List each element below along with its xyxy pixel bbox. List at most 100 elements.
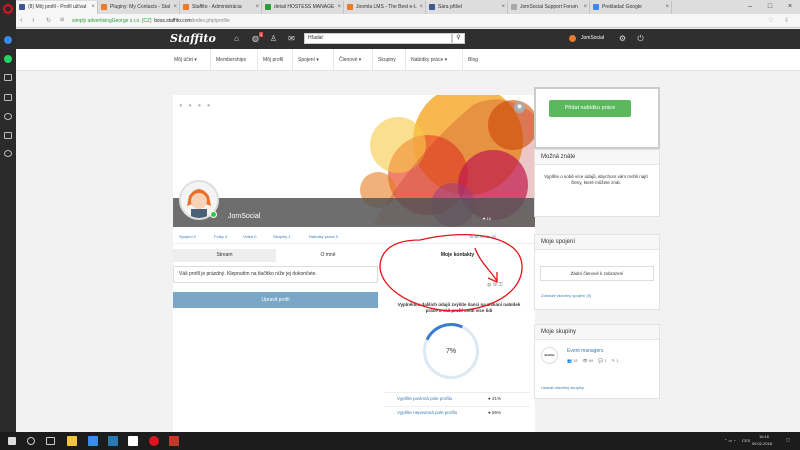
tab-label: JomSocial Support Forum	[520, 4, 578, 10]
optional-fields-link[interactable]: Vyplňte nepovinná pole profilu	[397, 407, 457, 419]
group-name-link[interactable]: Event managers	[567, 348, 603, 354]
close-icon[interactable]: ×	[337, 1, 341, 13]
app-icon[interactable]	[108, 436, 118, 446]
nav-blog[interactable]: Blog	[462, 49, 483, 71]
stat-job-offers[interactable]: Nabídky práce 0	[309, 234, 338, 239]
required-fields-link[interactable]: Vyplňte povinná pole profilu	[397, 393, 452, 405]
notifications-icon[interactable]: ▢	[786, 437, 790, 442]
favicon-icon	[511, 4, 517, 10]
show-all-connections-link[interactable]: Zobrazit všechny spojení (0)	[541, 293, 591, 298]
tab-label: Sára přišel	[438, 4, 462, 10]
people-you-may-know: Možná znáte Vyplňte o sobě více údajů, a…	[534, 149, 660, 217]
tab-label: Prekladač Google	[602, 4, 642, 10]
language-indicator[interactable]: CES	[742, 438, 750, 443]
nav-my-account[interactable]: Môj účet ▾	[169, 49, 202, 71]
messenger-icon[interactable]	[4, 36, 12, 44]
browser-tab[interactable]: (8) Môj profil - Profil užívat ×	[16, 1, 98, 14]
nav-connections[interactable]: Spojení ▾	[292, 49, 324, 71]
camera-icon[interactable]: ◉	[514, 102, 525, 113]
close-icon[interactable]: ×	[501, 1, 505, 13]
browser-tab[interactable]: Pluginy: My Contacts - Stal ×	[98, 1, 180, 14]
close-icon[interactable]: ×	[419, 1, 423, 13]
envelope-icon[interactable]: ✉	[287, 34, 296, 43]
group-logo[interactable]: Staffito	[541, 347, 558, 364]
app-icon[interactable]	[128, 436, 138, 446]
clock-date: 09.02.2018	[752, 441, 773, 446]
tab-my-contacts[interactable]: Moje kontakty	[385, 249, 530, 262]
header-username[interactable]: JomSocial	[581, 35, 604, 41]
task-view-icon[interactable]	[46, 437, 55, 445]
close-icon[interactable]: ×	[665, 1, 669, 13]
browser-tab[interactable]: Staffito - Administrácia ×	[180, 1, 262, 14]
browser-tab[interactable]: Joomla LMS - The Best e-L ×	[344, 1, 426, 14]
favicon-icon	[429, 4, 435, 10]
app-icon[interactable]	[88, 436, 98, 446]
online-status-dot	[210, 211, 217, 218]
opera-menu-icon[interactable]	[3, 4, 13, 14]
show-all-groups-link[interactable]: Ukázat všechny skupiny	[541, 385, 584, 390]
stat-groups[interactable]: Skupiny 1	[273, 234, 291, 239]
power-icon[interactable]: ⏻	[636, 34, 645, 43]
nav-job-offers[interactable]: Nabídky práce ▾	[405, 49, 452, 71]
stat-videos[interactable]: Videa 0	[243, 234, 257, 239]
avatar[interactable]	[569, 35, 576, 42]
filezilla-icon[interactable]	[169, 436, 179, 446]
search-icon[interactable]: ⚲	[452, 33, 465, 44]
download-icon[interactable]: ⇩	[784, 17, 789, 24]
maximize-icon[interactable]: □	[760, 0, 780, 14]
close-icon[interactable]: ×	[91, 1, 95, 13]
add-job-box: Přidat nabídku práce	[534, 87, 660, 149]
nav-my-profile[interactable]: Môj profil	[257, 49, 288, 71]
close-icon[interactable]: ×	[583, 1, 587, 13]
browser-tab[interactable]: detail HOSTESS MANAGE ×	[262, 1, 344, 14]
nav-memberships[interactable]: Memberships	[210, 49, 251, 71]
tab-stream[interactable]: Stream	[173, 249, 276, 262]
user-plus-icon[interactable]: ♙	[269, 34, 278, 43]
reload-icon[interactable]: ↻	[46, 17, 51, 24]
search-icon[interactable]	[27, 437, 35, 445]
speed-dial-icon[interactable]	[4, 94, 12, 101]
browser-tab[interactable]: Sára přišel ×	[426, 1, 508, 14]
stat-photos[interactable]: Fotky 4	[214, 234, 227, 239]
start-icon[interactable]	[8, 437, 16, 445]
back-icon[interactable]: ‹	[20, 15, 23, 24]
gear-icon[interactable]: ⚙	[618, 34, 627, 43]
add-job-button[interactable]: Přidat nabídku práce	[549, 100, 631, 117]
search-input[interactable]: Hľadať	[304, 33, 452, 44]
forward-icon[interactable]: ›	[32, 15, 35, 24]
edit-profile-button[interactable]: Upravit profil	[173, 292, 378, 308]
whatsapp-icon[interactable]	[4, 55, 12, 63]
home-icon[interactable]: ⌂	[232, 34, 241, 43]
like-button[interactable]: To se mi líbí (0)	[469, 234, 496, 239]
favicon-icon	[347, 4, 353, 10]
close-icon[interactable]: ×	[255, 1, 259, 13]
file-explorer-icon[interactable]	[67, 436, 77, 446]
heart-bookmark-icon[interactable]: ♡	[768, 17, 773, 24]
minimize-icon[interactable]: –	[740, 0, 760, 14]
close-icon[interactable]: ×	[173, 1, 177, 13]
url-path: /index.php/profile	[191, 18, 230, 24]
nav-members[interactable]: Členové ▾	[333, 49, 366, 71]
camera-icon[interactable]	[4, 74, 12, 81]
browser-tab[interactable]: JomSocial Support Forum ×	[508, 1, 590, 14]
close-window-icon[interactable]: ×	[780, 0, 800, 14]
news-icon[interactable]	[4, 132, 12, 139]
history-icon[interactable]	[4, 150, 12, 157]
heart-icon[interactable]	[4, 113, 12, 120]
nav-groups[interactable]: Skupiny	[372, 49, 401, 71]
url-field[interactable]: simply advertisingGeorge s.r.o. [CZ] bos…	[72, 17, 772, 26]
tab-label: (8) Môj profil - Profil užívat	[28, 4, 87, 10]
stat-connections[interactable]: Spojení 0	[179, 234, 196, 239]
tab-about[interactable]: O mně	[276, 249, 380, 262]
browser-tab[interactable]: Prekladač Google ×	[590, 1, 672, 14]
site-header: Staffito ⌂ ◍ 1 ♙ ✉ Hľadať ⚲ JomSocial ⚙ …	[16, 29, 800, 49]
window-controls: – □ ×	[740, 0, 800, 14]
my-connections-box: Moje spojení Žádní členové k zobrazení Z…	[534, 234, 660, 310]
page-body: ● ● ● ● ◉ ♥ 10 JomSocial Spojení 0 Fotky…	[16, 71, 800, 432]
maybe-title: Možná znáte	[535, 150, 659, 165]
clock-time: 16:16	[759, 434, 770, 439]
grid-icon[interactable]: ⊞	[60, 17, 64, 23]
profile-name: JomSocial	[228, 213, 261, 220]
opera-icon[interactable]	[149, 436, 159, 446]
site-logo[interactable]: Staffito	[170, 32, 216, 45]
